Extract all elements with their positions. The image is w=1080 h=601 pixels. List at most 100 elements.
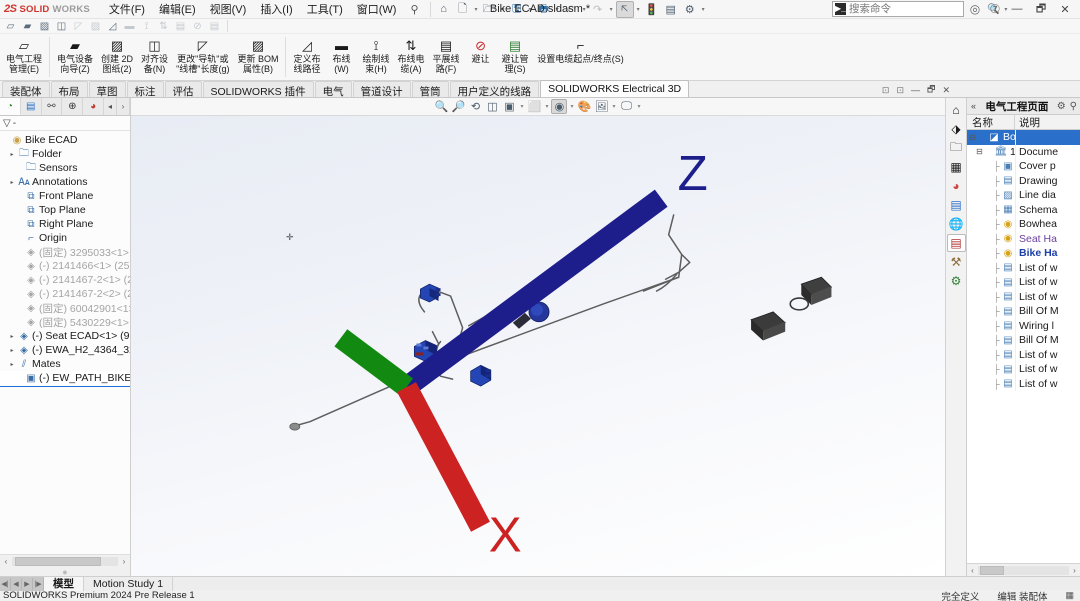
tabs-next-button[interactable]: › (117, 98, 130, 115)
panel-pin-icon[interactable]: ⚲ (1069, 101, 1078, 112)
command-search-box[interactable]: ▶_ 🔍 ▾ (832, 1, 964, 17)
ribbon-blocked-route-manager[interactable]: ▤ 避让管 理(S) (498, 35, 533, 76)
electrical-tree-row[interactable]: ├◉06Bowhea (967, 217, 1080, 232)
mini-electrical-project-icon[interactable]: ▱ (3, 20, 18, 33)
electrical-tree-row[interactable]: ├▨03Line dia (967, 188, 1080, 203)
save-caret-icon[interactable]: ▾ (527, 6, 534, 13)
new-document-icon[interactable]: 🗋 (454, 1, 472, 18)
display-style-icon[interactable]: ⬜ (526, 99, 542, 114)
close-doc-button[interactable]: ✕ (939, 85, 953, 96)
tab-user-defined-route[interactable]: 用户定义的线路 (450, 81, 540, 97)
tree-collapse-icon[interactable]: ⊟ (974, 147, 985, 156)
tree-expand-icon[interactable]: ▸ (7, 347, 17, 354)
feature-manager-tab[interactable]: ◔ (0, 98, 21, 115)
ribbon-set-cable-endpoints[interactable]: ⌐ 设置电缆起点/终点(S) (533, 35, 629, 66)
ribbon-create-2d-drawing[interactable]: ▨ 创建 2D 图纸(2) (97, 35, 137, 76)
feature-tree-item[interactable]: ◈(-) 2141467-2<2> (27) (0, 287, 130, 301)
minimize-doc-button[interactable]: — (908, 85, 923, 95)
electrical-row-name-cell[interactable]: ├▣01 (967, 159, 1015, 174)
feature-tree-item[interactable]: ▸⫽Mates (0, 357, 130, 371)
feature-tree-item[interactable]: ▸◈(-) Seat ECAD<1> (9378) (0, 329, 130, 343)
ribbon-flatten-route[interactable]: ▤ 平展线 路(F) (429, 35, 464, 76)
tab-piping-design[interactable]: 管道设计 (353, 81, 411, 97)
nav-last-icon[interactable]: |▶ (33, 578, 44, 590)
redo-caret-icon[interactable]: ▾ (608, 6, 615, 13)
mini-draw-harness-icon[interactable]: ⟟ (139, 20, 154, 33)
electrical-tree-row[interactable]: ├▤19List of w (967, 377, 1080, 392)
hscroll-trough[interactable] (12, 557, 118, 566)
electrical-tree-row[interactable]: ├▦04Schema (967, 203, 1080, 218)
account-icon[interactable]: ◎ (966, 1, 984, 18)
electrical-row-name-cell[interactable]: ├◉07 (967, 232, 1015, 247)
view-settings-icon[interactable]: 🖼 (594, 99, 610, 114)
display-style-caret-icon[interactable]: ▾ (543, 103, 550, 110)
electrical-row-name-cell[interactable]: ⊟🏛1 (967, 145, 1015, 160)
feature-tree-item[interactable]: ▸🗀Folder (0, 147, 130, 161)
viewport-layout-icon[interactable]: 🖵 (619, 99, 635, 114)
feature-tree-item[interactable]: ▣(-) EW_PATH_BIKE (0, 371, 130, 385)
ribbon-align-component[interactable]: ◫ 对齐设 备(N) (137, 35, 172, 76)
tree-expand-icon[interactable]: ▸ (7, 361, 17, 368)
electrical-row-name-cell[interactable]: ├◉08 (967, 246, 1015, 261)
close-button[interactable]: ✕ (1054, 1, 1076, 18)
rp-scroll-right-icon[interactable]: › (1069, 566, 1080, 575)
nav-first-icon[interactable]: ◀| (0, 578, 11, 590)
design-library-icon[interactable]: ⚙ (947, 272, 966, 290)
feature-tree-item[interactable]: ▸◈(-) EWA_H2_4364_3253< (0, 343, 130, 357)
electrical-tree-row[interactable]: ├▤11List of w (967, 290, 1080, 305)
electrical-row-name-cell[interactable]: ├▤11 (967, 290, 1015, 305)
feature-tree-item[interactable]: ◈(固定) 60042901<1> (28) (0, 301, 130, 315)
ribbon-blocked-route[interactable]: ⊘ 避让 (464, 35, 498, 66)
electrical-tree-row[interactable]: ├▤10List of w (967, 275, 1080, 290)
redo-icon[interactable]: ↷ (589, 1, 607, 18)
tab-sketch[interactable]: 草图 (89, 81, 126, 97)
configuration-manager-tab[interactable]: ⚯ (42, 98, 63, 115)
rp-hscroll-trough[interactable] (978, 566, 1069, 575)
tab-markup[interactable]: 标注 (127, 81, 164, 97)
settings-caret-icon[interactable]: ▾ (700, 6, 707, 13)
ribbon-update-bom[interactable]: ▨ 更新 BOM 属性(B) (233, 35, 282, 76)
tab-electrical[interactable]: 电气 (315, 81, 352, 97)
scroll-right-icon[interactable]: › (118, 557, 130, 566)
electrical-tree-row[interactable]: ├▤17List of w (967, 348, 1080, 363)
hide-show-caret-icon[interactable]: ▾ (568, 103, 575, 110)
print-caret-icon[interactable]: ▾ (554, 6, 561, 13)
zoom-to-fit-icon[interactable]: 🔍 (433, 99, 449, 114)
tree-collapse-icon[interactable]: ⊟ (967, 133, 978, 142)
electrical-row-name-cell[interactable]: ├▤15 (967, 333, 1015, 348)
rp-scroll-left-icon[interactable]: ‹ (967, 566, 978, 575)
menu-pin-icon[interactable]: ⚲ (403, 3, 425, 16)
mini-route-wires-icon[interactable]: ▬ (122, 20, 137, 33)
mini-route-cable-icon[interactable]: ⇅ (156, 20, 171, 33)
electrical-row-name-cell[interactable]: ├▤14 (967, 319, 1015, 334)
3d-viewport[interactable]: Z X ✛ (131, 116, 945, 576)
menu-window[interactable]: 窗口(W) (350, 0, 404, 19)
tab-solidworks-electrical-3d[interactable]: SOLIDWORKS Electrical 3D (540, 80, 689, 97)
open-document-icon[interactable]: 🗁 (481, 1, 499, 18)
tab-motion-study[interactable]: Motion Study 1 (84, 577, 173, 591)
feature-tree-item[interactable]: ⧉Right Plane (0, 217, 130, 231)
electrical-row-name-cell[interactable]: ├▤10 (967, 275, 1015, 290)
feature-tree[interactable]: ◉Bike ECAD▸🗀Folder🗀Sensors▸🗛Annotations⧉… (0, 131, 130, 554)
print-icon[interactable]: 🖶 (535, 1, 553, 18)
restore-button[interactable]: 🗗 (1030, 1, 1052, 18)
appearances-icon[interactable]: ⬗ (947, 120, 966, 138)
property-manager-tab[interactable]: ▤ (21, 98, 42, 115)
ribbon-electrical-project-manager[interactable]: ▱ 电气工程 管理(E) (2, 35, 46, 76)
new-doc-caret-icon[interactable]: ▾ (473, 6, 480, 13)
electrical-row-name-cell[interactable]: ├▤19 (967, 377, 1015, 392)
mini-blocked-route-icon[interactable]: ⊘ (190, 20, 205, 33)
undo-icon[interactable]: ↶ (562, 1, 580, 18)
options-list-icon[interactable]: ▤ (662, 1, 680, 18)
appearances-scenes-icon[interactable]: ◕ (947, 177, 966, 195)
panel-resize-grip[interactable]: ● (0, 567, 130, 576)
mini-blocked-manager-icon[interactable]: ▤ (207, 20, 222, 33)
nav-next-icon[interactable]: ▶ (22, 578, 33, 590)
toolbox-icon[interactable]: ⚒ (947, 253, 966, 271)
menu-insert[interactable]: 插入(I) (253, 0, 299, 19)
electrical-tree-row[interactable]: ⊟🏛1Docume (967, 145, 1080, 160)
select-pointer-icon[interactable]: 🡤 (616, 1, 634, 18)
custom-properties-icon[interactable]: ▤ (947, 196, 966, 214)
view-orientation-caret-icon[interactable]: ▾ (518, 103, 525, 110)
restore-doc-button[interactable]: ⊡ (879, 85, 893, 96)
